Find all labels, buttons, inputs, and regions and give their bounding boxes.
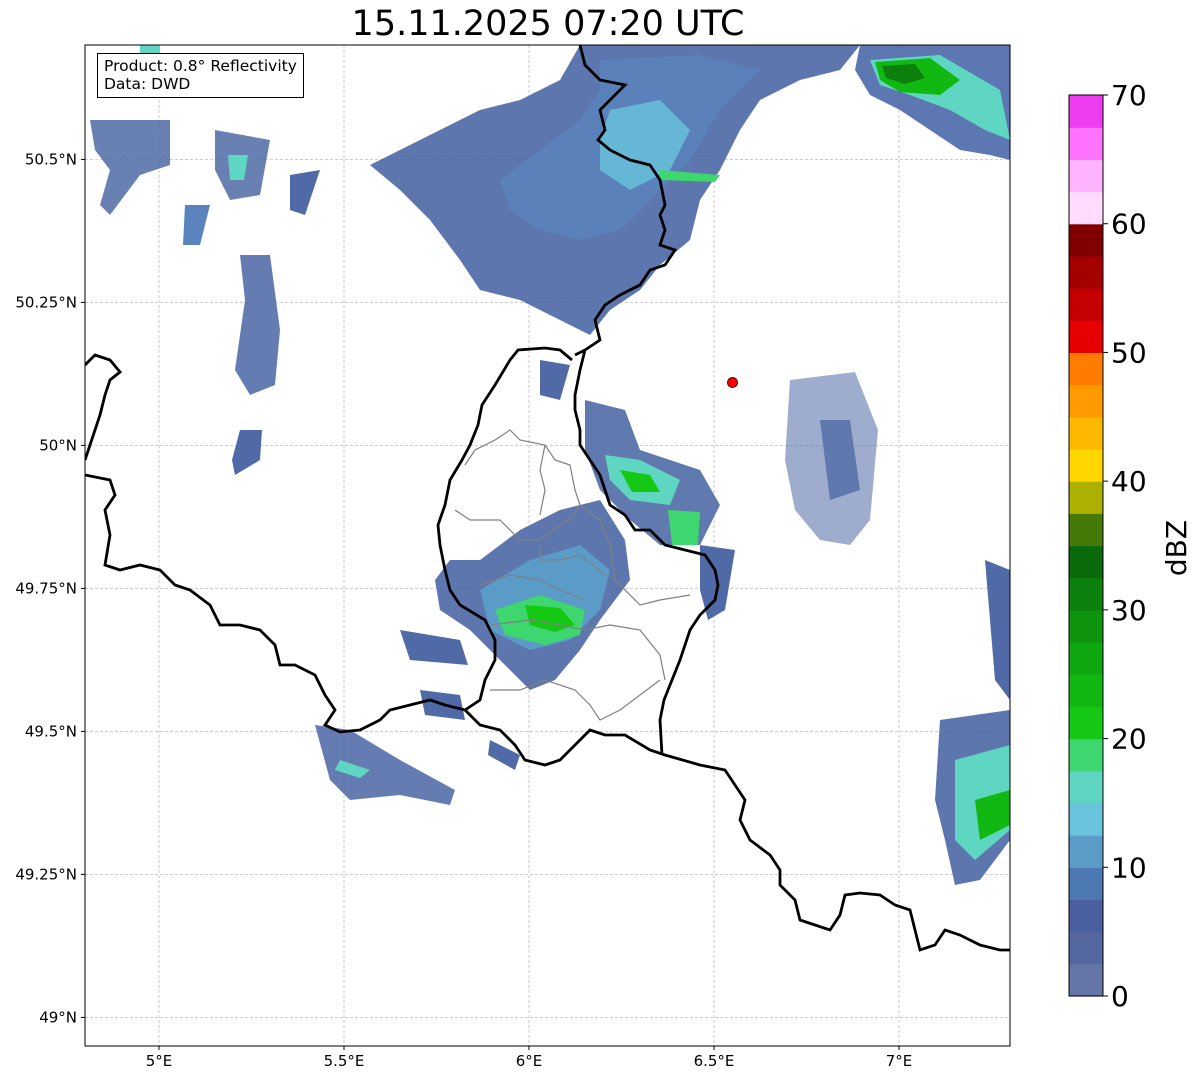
y-tick-label: 50.5°N xyxy=(25,150,77,168)
colorbar-segment xyxy=(1069,513,1103,547)
y-tick-label: 49.5°N xyxy=(25,722,77,740)
colorbar-segment xyxy=(1069,931,1103,965)
colorbar-tick-label: 30 xyxy=(1111,594,1147,627)
colorbar-segment xyxy=(1069,352,1103,386)
colorbar-tick-label: 40 xyxy=(1111,465,1147,498)
echo-nw-5 xyxy=(235,255,280,395)
colorbar-tick-label: 20 xyxy=(1111,723,1147,756)
echo-e-edge xyxy=(985,560,1010,700)
colorbar-segment xyxy=(1069,95,1103,128)
colorbar-segment xyxy=(1069,642,1103,675)
colorbar-segment xyxy=(1069,288,1103,321)
colorbar: 0 10 20 30 40 50 60 70 xyxy=(1068,79,1147,1013)
colorbar-segment xyxy=(1069,770,1103,804)
colorbar-segment xyxy=(1069,416,1103,450)
colorbar-segment xyxy=(1069,963,1103,997)
colorbar-label: dBZ xyxy=(1160,520,1193,576)
colorbar-segment xyxy=(1069,127,1103,160)
colorbar-segment xyxy=(1069,867,1103,901)
radar-map: 5°E 5.5°E 6°E 6.5°E 7°E 50.5°N 50.25°N 50°N 49.… xyxy=(15,44,1193,1070)
echo-sw-1 xyxy=(315,725,455,805)
precipitation-echoes xyxy=(90,45,1010,885)
colorbar-segment xyxy=(1069,674,1103,707)
x-tick-label: 7°E xyxy=(886,1052,913,1070)
colorbar-segment xyxy=(1069,481,1103,514)
echo-nw-6 xyxy=(290,170,320,215)
colorbar-tick-label: 10 xyxy=(1111,851,1147,884)
y-tick-label: 49°N xyxy=(39,1008,77,1026)
y-tick-label: 49.25°N xyxy=(15,865,77,883)
colorbar-segment xyxy=(1069,609,1103,643)
colorbar-segment xyxy=(1069,223,1103,257)
y-axis-ticks: 50.5°N 50.25°N 50°N 49.75°N 49.5°N 49.25°N 49°… xyxy=(15,150,85,1026)
y-tick-label: 50.25°N xyxy=(15,293,77,311)
colorbar-segment xyxy=(1069,738,1103,772)
colorbar-segment xyxy=(1069,577,1103,611)
radar-site-marker xyxy=(727,377,738,388)
colorbar-segment xyxy=(1069,448,1103,482)
colorbar-segment xyxy=(1069,899,1103,933)
y-tick-label: 49.75°N xyxy=(15,579,77,597)
colorbar-segment xyxy=(1069,159,1103,193)
x-tick-label: 6°E xyxy=(516,1052,543,1070)
x-tick-label: 5.5°E xyxy=(324,1052,365,1070)
colorbar-segment xyxy=(1069,545,1103,579)
colorbar-segment xyxy=(1069,706,1103,740)
x-tick-label: 6.5°E xyxy=(694,1052,735,1070)
colorbar-segment xyxy=(1069,255,1103,289)
data-source-line: Data: DWD xyxy=(104,75,191,93)
colorbar-segment xyxy=(1069,802,1103,836)
x-axis-ticks: 5°E 5.5°E 6°E 6.5°E 7°E xyxy=(146,1046,913,1070)
echo-center-4 xyxy=(400,630,468,665)
colorbar-segment xyxy=(1069,384,1103,418)
colorbar-segment xyxy=(1069,191,1103,225)
colorbar-tick-label: 0 xyxy=(1111,980,1129,1013)
colorbar-tick-label: 60 xyxy=(1111,208,1147,241)
product-info-box: Product: 0.8° Reflectivity Data: DWD xyxy=(97,53,304,98)
x-tick-label: 5°E xyxy=(146,1052,173,1070)
y-tick-label: 50°N xyxy=(39,436,77,454)
echo-center-5 xyxy=(540,360,570,400)
colorbar-segment xyxy=(1069,320,1103,354)
echo-nw-1 xyxy=(90,120,170,215)
colorbar-segment xyxy=(1069,835,1103,868)
colorbar-tick-label: 50 xyxy=(1111,336,1147,369)
product-line: Product: 0.8° Reflectivity xyxy=(104,57,297,75)
echo-nw-4 xyxy=(183,205,210,245)
echo-center-3 xyxy=(668,510,700,545)
echo-nw-7 xyxy=(232,430,262,475)
colorbar-tick-label: 70 xyxy=(1111,79,1147,112)
